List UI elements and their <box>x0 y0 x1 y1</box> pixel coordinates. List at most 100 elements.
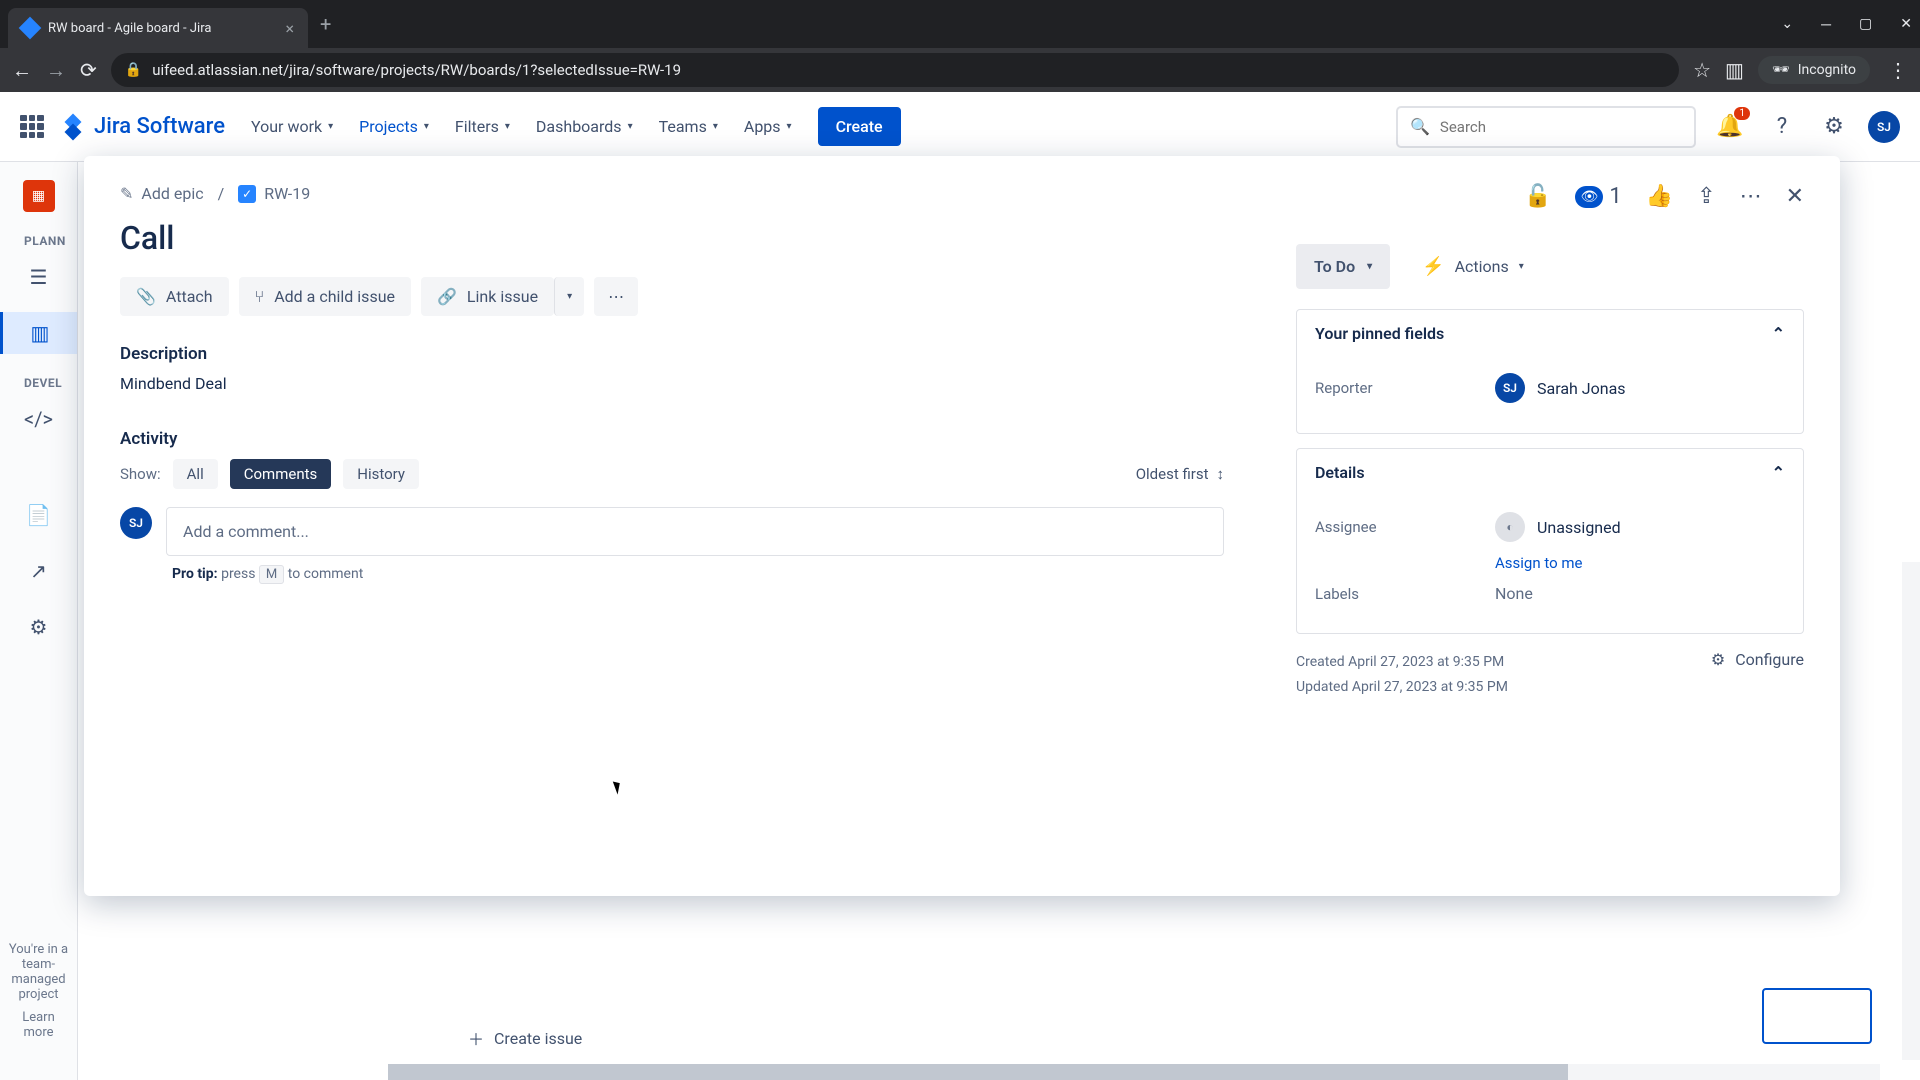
nav-teams[interactable]: Teams▾ <box>649 109 728 144</box>
back-button[interactable]: ← <box>12 58 32 83</box>
close-window-icon[interactable]: ✕ <box>1900 16 1912 33</box>
details-header[interactable]: Details ⌃ <box>1297 449 1803 496</box>
issue-title[interactable]: Call <box>120 219 1224 257</box>
assignee-field[interactable]: Assignee ◐Unassigned <box>1315 500 1785 554</box>
nav-filters[interactable]: Filters▾ <box>445 109 520 144</box>
tab-history[interactable]: History <box>343 459 419 489</box>
tab-all[interactable]: All <box>173 459 218 489</box>
reporter-name: Sarah Jonas <box>1537 379 1626 398</box>
horizontal-scrollbar[interactable] <box>388 1064 1880 1080</box>
reporter-label: Reporter <box>1315 379 1495 397</box>
search-input[interactable] <box>1440 118 1682 136</box>
jira-logo[interactable]: Jira Software <box>60 114 225 140</box>
learn-more-link[interactable]: Learn more <box>8 1010 69 1040</box>
maximize-icon[interactable]: ▢ <box>1859 16 1872 33</box>
sort-button[interactable]: Oldest first ↕ <box>1136 465 1224 483</box>
notifications-button[interactable]: 🔔1 <box>1712 109 1748 145</box>
close-tab-icon[interactable]: × <box>285 19 294 38</box>
add-child-button[interactable]: ⑂Add a child issue <box>239 277 411 316</box>
incognito-badge[interactable]: 🕶 Incognito <box>1758 56 1870 84</box>
create-button[interactable]: Create <box>818 107 901 146</box>
logo-text: Jira Software <box>94 114 225 139</box>
status-dropdown[interactable]: To Do ▾ <box>1296 244 1390 289</box>
profile-avatar[interactable]: SJ <box>1868 111 1900 143</box>
quick-action-button[interactable] <box>1762 988 1872 1044</box>
watch-count: 1 <box>1609 184 1621 209</box>
labels-field[interactable]: Labels None <box>1315 572 1785 615</box>
browser-tab[interactable]: RW board - Agile board - Jira × <box>8 8 308 48</box>
nav-projects[interactable]: Projects▾ <box>349 109 439 144</box>
meta-row: Created April 27, 2023 at 9:35 PM Update… <box>1296 650 1804 700</box>
chevron-up-icon: ⌃ <box>1772 463 1785 482</box>
create-issue-button[interactable]: ＋ Create issue <box>458 1016 592 1060</box>
incognito-label: Incognito <box>1798 62 1856 78</box>
extensions-icon[interactable]: ▥ <box>1725 58 1744 82</box>
share-button[interactable]: ⇪ <box>1697 184 1715 209</box>
pinned-fields-header[interactable]: Your pinned fields⌃ <box>1297 310 1803 357</box>
jira-app: Jira Software Your work▾ Projects▾ Filte… <box>0 92 1920 1080</box>
sidebar-section-planning: PLANN <box>0 226 77 256</box>
attach-button[interactable]: 📎Attach <box>120 277 229 316</box>
bookmark-icon[interactable]: ☆ <box>1693 58 1711 82</box>
browser-menu-icon[interactable]: ⋮ <box>1888 58 1908 82</box>
description-text[interactable]: Mindbend Deal <box>120 374 1224 393</box>
vertical-scrollbar[interactable] <box>1902 562 1920 1060</box>
more-actions-button[interactable]: ⋯ <box>1740 184 1762 209</box>
reload-button[interactable]: ⟳ <box>80 58 97 82</box>
configure-button[interactable]: ⚙Configure <box>1711 650 1804 669</box>
nav-apps[interactable]: Apps▾ <box>734 109 802 144</box>
tab-comments[interactable]: Comments <box>230 459 332 489</box>
updated-text: Updated April 27, 2023 at 9:35 PM <box>1296 675 1508 700</box>
nav-dashboards[interactable]: Dashboards▾ <box>526 109 643 144</box>
issue-key-link[interactable]: ✓RW-19 <box>238 184 310 203</box>
search-box[interactable]: 🔍 <box>1396 106 1696 148</box>
sidebar-settings[interactable]: ⚙ <box>18 606 60 648</box>
add-epic-link[interactable]: ✎Add epic <box>120 184 204 203</box>
comment-input[interactable]: Add a comment... <box>166 507 1224 556</box>
more-actions-button[interactable]: ⋯ <box>594 277 638 316</box>
address-bar[interactable]: 🔒 uifeed.atlassian.net/jira/software/pro… <box>111 53 1679 87</box>
search-icon: 🔍 <box>1410 117 1430 136</box>
labels-value: None <box>1495 584 1533 603</box>
close-modal-button[interactable]: ✕ <box>1786 184 1804 209</box>
gear-icon: ⚙ <box>1711 650 1725 669</box>
sort-icon: ↕ <box>1217 465 1225 483</box>
tabs-dropdown-icon[interactable]: ⌄ <box>1781 16 1793 33</box>
sidebar-code[interactable]: </> <box>18 398 60 440</box>
link-issue-button[interactable]: 🔗Link issue <box>421 277 554 316</box>
reporter-field[interactable]: Reporter SJSarah Jonas <box>1315 361 1785 415</box>
app-switcher-icon[interactable] <box>20 115 44 139</box>
link-dropdown-button[interactable]: ▾ <box>554 277 584 316</box>
show-label: Show: <box>120 465 161 483</box>
nav-label: Projects <box>359 117 418 136</box>
watch-button[interactable]: 👁1 <box>1575 184 1621 209</box>
status-label: To Do <box>1314 257 1355 276</box>
sidebar-shortcut[interactable]: ↗ <box>18 550 60 592</box>
pinned-heading: Your pinned fields <box>1315 324 1444 343</box>
sidebar-board[interactable]: ▥ <box>0 312 77 354</box>
help-button[interactable]: ? <box>1764 109 1800 145</box>
settings-button[interactable]: ⚙ <box>1816 109 1852 145</box>
chevron-down-icon: ▾ <box>1367 261 1372 272</box>
nav-label: Your work <box>251 117 322 136</box>
actions-dropdown[interactable]: ⚡Actions▾ <box>1404 244 1542 289</box>
sidebar-timeline[interactable]: ☰ <box>18 256 60 298</box>
nav-label: Apps <box>744 117 781 136</box>
sidebar-section-development: DEVEL <box>0 368 77 398</box>
details-heading: Details <box>1315 463 1365 482</box>
nav-your-work[interactable]: Your work▾ <box>241 109 343 144</box>
protip-label: Pro tip: <box>172 566 218 582</box>
sidebar: ▦ PLANN ☰ ▥ DEVEL </> 📄 ↗ ⚙ You're in a … <box>0 162 78 1080</box>
project-icon[interactable]: ▦ <box>23 180 55 212</box>
assign-to-me-link[interactable]: Assign to me <box>1495 554 1785 572</box>
like-button[interactable]: 👍 <box>1646 184 1673 209</box>
new-tab-button[interactable]: + <box>320 12 331 36</box>
forward-button[interactable]: → <box>46 58 66 83</box>
sort-label: Oldest first <box>1136 465 1209 483</box>
sidebar-pages[interactable]: 📄 <box>18 494 60 536</box>
link-label: Link issue <box>467 287 538 306</box>
modal-side: To Do▾ ⚡Actions▾ Your pinned fields⌃ Rep… <box>1260 156 1840 896</box>
protip-press: press <box>221 566 255 582</box>
lock-icon[interactable]: 🔓 <box>1524 184 1551 209</box>
minimize-icon[interactable]: ─ <box>1821 16 1831 33</box>
